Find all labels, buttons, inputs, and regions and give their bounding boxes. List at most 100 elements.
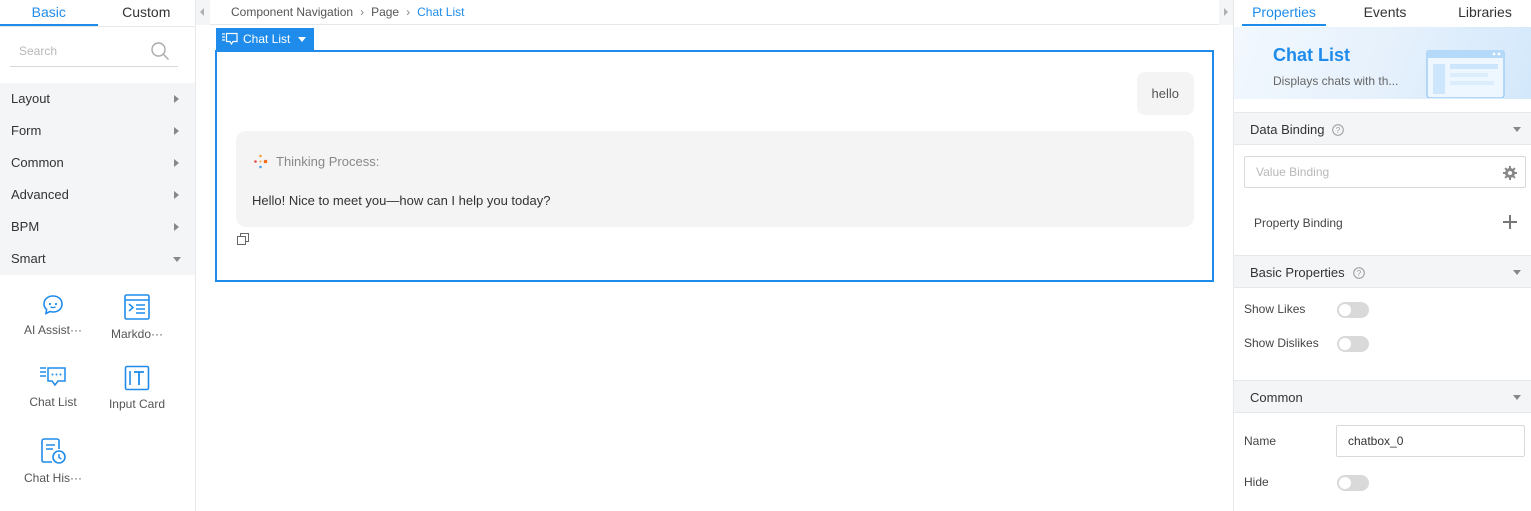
search-input[interactable] (10, 38, 140, 64)
tab-custom[interactable]: Custom (98, 0, 196, 26)
breadcrumb-item[interactable]: Page (371, 0, 399, 24)
ai-assistant-icon (43, 295, 63, 315)
breadcrumb-bar: Component Navigation › Page › Chat List (196, 0, 1233, 25)
input-card-icon (124, 365, 150, 391)
chevron-right-icon (174, 127, 179, 135)
markdown-icon (124, 294, 150, 320)
breadcrumb-current: Chat List (417, 5, 465, 19)
hide-toggle[interactable] (1337, 475, 1369, 491)
user-message-text: hello (1151, 86, 1179, 101)
help-icon[interactable]: ? (1332, 123, 1345, 136)
selected-component-tag[interactable]: Chat List (216, 28, 314, 50)
show-likes-toggle[interactable] (1337, 302, 1369, 318)
section-title: Data Binding (1250, 122, 1325, 137)
collapse-left-button[interactable] (196, 0, 210, 25)
tab-events[interactable]: Events (1352, 0, 1418, 24)
section-title: Common (1250, 390, 1303, 405)
chevron-right-icon: › (360, 5, 365, 19)
component-chat-list[interactable]: Chat List (11, 365, 95, 429)
category-label: Smart (11, 251, 46, 266)
component-label: Markdo··· (110, 327, 163, 341)
breadcrumb: Component Navigation › Page › Chat List (231, 0, 464, 24)
svg-text:?: ? (1356, 269, 1361, 278)
section-data-binding[interactable]: Data Binding ? (1234, 112, 1531, 145)
chevron-right-icon (1224, 8, 1228, 16)
category-list: Layout Form Common Advanced BPM Smart (0, 83, 195, 275)
chevron-down-icon (173, 257, 181, 262)
component-search (10, 38, 178, 67)
thinking-process[interactable]: Thinking Process: (252, 153, 379, 170)
thinking-label: Thinking Process: (276, 154, 380, 169)
tab-basic[interactable]: Basic (0, 0, 98, 26)
collapse-right-button[interactable] (1219, 0, 1233, 25)
chat-history-icon (41, 438, 66, 464)
category-label: Layout (11, 91, 51, 106)
component-markdown[interactable]: Markdo··· (95, 293, 179, 357)
chevron-down-icon (1513, 270, 1521, 275)
hide-label: Hide (1244, 475, 1269, 489)
chevron-right-icon (174, 159, 179, 167)
section-basic-properties[interactable]: Basic Properties ? (1234, 255, 1531, 288)
chat-list-icon (40, 367, 66, 387)
help-icon[interactable]: ? (1352, 266, 1365, 279)
chat-list-component[interactable]: hello Thinking Process: Hello! Nice to m… (215, 50, 1214, 282)
section-common[interactable]: Common (1234, 380, 1531, 413)
category-form[interactable]: Form (0, 115, 195, 147)
category-advanced[interactable]: Advanced (0, 179, 195, 211)
property-tabs: Properties Events Libraries (1234, 0, 1531, 27)
property-binding-label: Property Binding (1254, 216, 1343, 230)
name-label: Name (1244, 434, 1277, 448)
caret-down-icon[interactable] (298, 37, 306, 42)
component-label: Chat His··· (23, 471, 82, 485)
component-ai-assistant[interactable]: AI Assist··· (11, 293, 95, 357)
chevron-right-icon: › (406, 5, 411, 19)
chevron-left-icon (200, 8, 204, 16)
chevron-right-icon (174, 223, 179, 231)
ai-message-bubble: Thinking Process: Hello! Nice to meet yo… (236, 131, 1194, 227)
tab-libraries[interactable]: Libraries (1450, 0, 1520, 24)
chevron-down-icon (1513, 395, 1521, 400)
component-library-panel: Basic Custom Layout Form Common Advanced… (0, 0, 196, 511)
component-label: AI Assist··· (23, 323, 82, 337)
name-input[interactable] (1337, 426, 1517, 456)
component-description: Displays chats with th... (1273, 74, 1399, 88)
breadcrumb-item[interactable]: Component Navigation (231, 0, 353, 24)
user-message-bubble: hello (1136, 72, 1194, 115)
component-title: Chat List (1273, 45, 1351, 65)
category-common[interactable]: Common (0, 147, 195, 179)
sparkle-icon (254, 154, 268, 169)
copy-icon[interactable] (237, 233, 249, 245)
category-label: Form (11, 123, 42, 138)
name-field (1336, 425, 1525, 457)
component-info-header: Chat List Displays chats with th... (1234, 27, 1531, 99)
category-layout[interactable]: Layout (0, 83, 195, 115)
component-label: Input Card (108, 397, 166, 411)
selected-component-label: Chat List (243, 32, 291, 46)
search-icon[interactable] (150, 41, 170, 61)
category-bpm[interactable]: BPM (0, 211, 195, 243)
component-label: Chat List (29, 395, 77, 409)
chevron-right-icon (174, 95, 179, 103)
gear-icon[interactable] (1503, 166, 1517, 180)
add-property-binding-icon[interactable] (1503, 215, 1517, 229)
show-dislikes-label: Show Dislikes (1244, 336, 1319, 350)
library-tabs: Basic Custom (0, 0, 195, 27)
show-dislikes-toggle[interactable] (1337, 336, 1369, 352)
tab-properties[interactable]: Properties (1242, 0, 1326, 26)
properties-panel: Properties Events Libraries Chat List Di… (1233, 0, 1531, 511)
svg-text:?: ? (1336, 126, 1341, 135)
component-input-card[interactable]: Input Card (95, 365, 179, 429)
chevron-down-icon (1513, 127, 1521, 132)
value-binding-field (1244, 156, 1526, 188)
component-illustration-icon (1426, 50, 1505, 98)
category-smart[interactable]: Smart (0, 243, 195, 275)
chevron-right-icon (174, 191, 179, 199)
show-likes-label: Show Likes (1244, 302, 1306, 316)
category-label: Advanced (11, 187, 69, 202)
category-label: BPM (11, 219, 40, 234)
chat-list-icon (222, 32, 238, 46)
design-canvas: Component Navigation › Page › Chat List … (196, 0, 1233, 511)
value-binding-input[interactable] (1245, 157, 1475, 187)
component-chat-history[interactable]: Chat His··· (11, 437, 95, 501)
category-label: Common (11, 155, 64, 170)
